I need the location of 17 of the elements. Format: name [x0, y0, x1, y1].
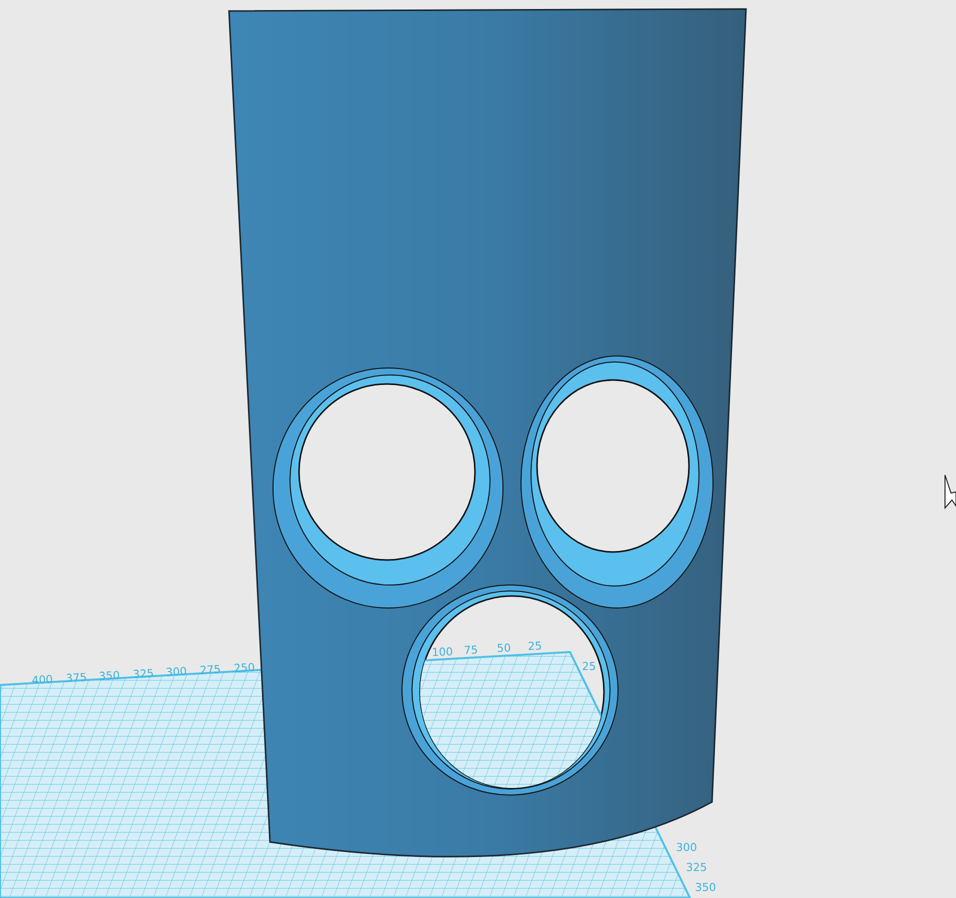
- mouse-cursor-icon: [944, 474, 956, 510]
- grid-scale-label: 250: [233, 660, 256, 675]
- grid-scale-label: 75: [464, 644, 478, 657]
- grid-scale-label: 25: [582, 660, 596, 673]
- grid-scale-label: 50: [496, 642, 512, 655]
- grid-scale-label: 300: [676, 841, 697, 854]
- 3d-viewport[interactable]: 400 375 350 325 300 275 250 100 75 50 25 25 300 325 350: [0, 0, 956, 898]
- grid-scale-label: 325: [132, 666, 154, 681]
- grid-scale-label: 275: [199, 662, 222, 677]
- grid-scale-label: 325: [686, 861, 707, 874]
- grid-scale-label: 400: [31, 672, 54, 687]
- grid-scale-label: 25: [528, 640, 542, 653]
- grid-scale-label: 375: [65, 670, 88, 685]
- grid-scale-label: 350: [98, 668, 120, 683]
- grid-scale-label: 300: [165, 664, 188, 679]
- grid-scale-label: 350: [695, 881, 716, 894]
- grid-scale-label: 100: [432, 645, 454, 659]
